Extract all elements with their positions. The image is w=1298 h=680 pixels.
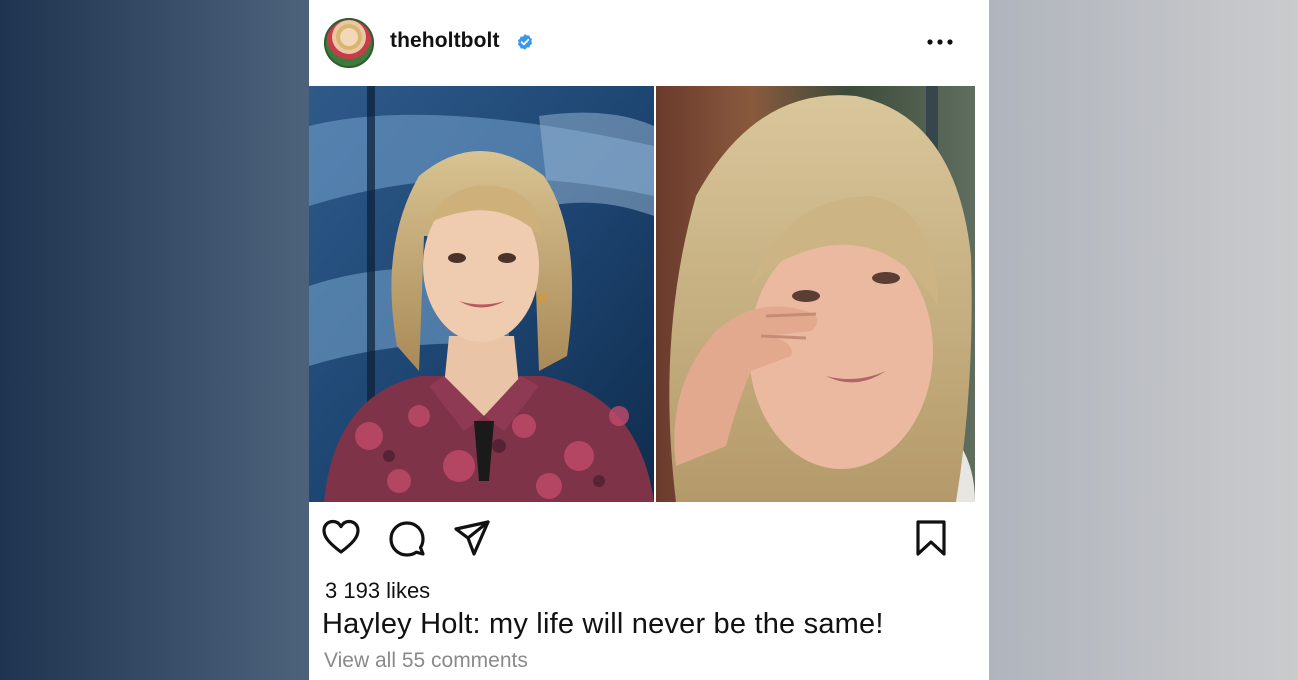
likes-count[interactable]: 3 193 likes <box>325 578 430 604</box>
post-header: theholtbolt <box>309 0 989 86</box>
send-icon[interactable] <box>452 518 492 558</box>
photo-right-crying <box>656 86 975 502</box>
verified-badge-icon <box>517 34 533 50</box>
comment-icon[interactable] <box>387 518 427 558</box>
heart-icon[interactable] <box>321 518 361 558</box>
username[interactable]: theholtbolt <box>390 29 500 53</box>
profile-avatar[interactable] <box>324 18 374 68</box>
photo-left-presenter <box>309 86 654 502</box>
post-caption: Hayley Holt: my life will never be the s… <box>322 608 884 640</box>
view-comments-link[interactable]: View all 55 comments <box>324 649 528 673</box>
post-action-bar <box>309 508 989 568</box>
instagram-post-card: theholtbolt 3 193 likes Hayley Holt: my … <box>309 0 989 680</box>
post-image[interactable] <box>309 86 975 502</box>
more-options-icon[interactable] <box>925 30 955 54</box>
bookmark-icon[interactable] <box>913 518 949 558</box>
